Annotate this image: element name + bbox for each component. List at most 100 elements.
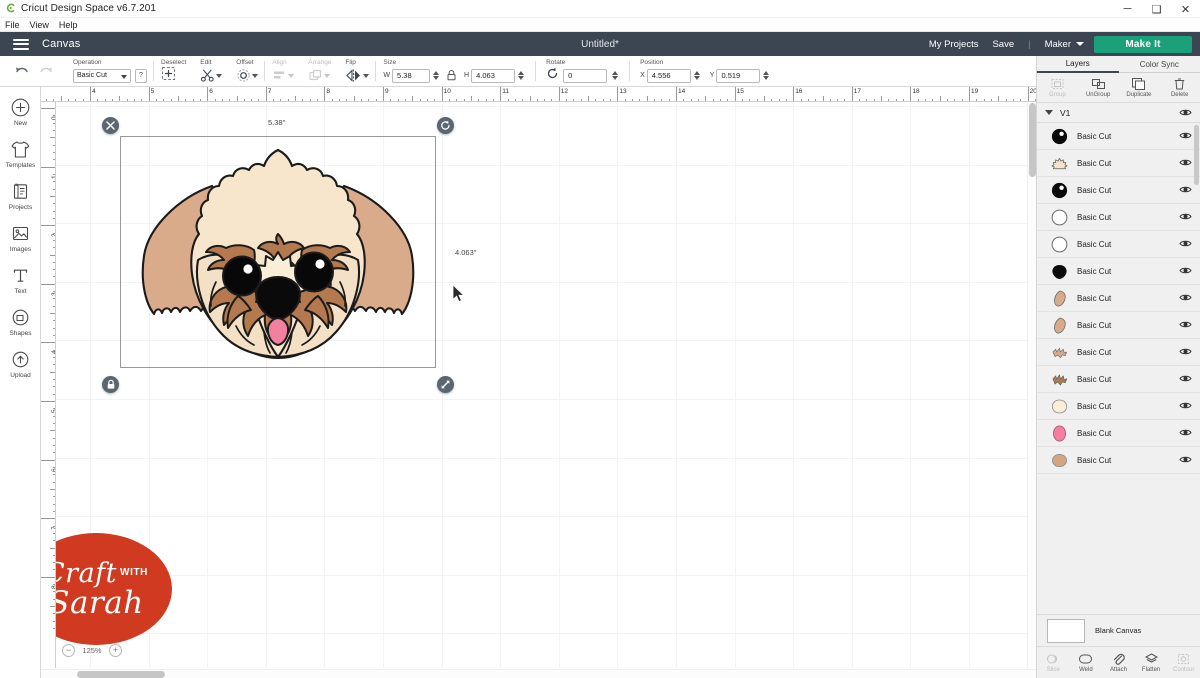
eye-icon[interactable] xyxy=(1179,127,1192,145)
close-button[interactable]: ✕ xyxy=(1171,0,1200,18)
chevron-down-icon[interactable] xyxy=(1045,110,1053,115)
rotate-stepper[interactable] xyxy=(612,71,618,80)
maximize-button[interactable]: ❑ xyxy=(1142,0,1171,18)
eye-icon[interactable] xyxy=(1179,397,1192,415)
y-stepper[interactable] xyxy=(763,71,769,80)
weld-button[interactable]: Weld xyxy=(1070,647,1103,678)
lock-selection-handle[interactable] xyxy=(102,376,119,393)
resize-selection-handle[interactable] xyxy=(437,376,454,393)
layer-row[interactable]: Basic Cut xyxy=(1037,204,1200,231)
layer-row[interactable]: Basic Cut xyxy=(1037,312,1200,339)
canvas-vertical-scrollbar[interactable] xyxy=(1027,102,1036,668)
y-field[interactable]: Y 0.519 xyxy=(710,69,770,83)
zoom-out-button[interactable]: − xyxy=(62,644,75,657)
rotate-selection-handle[interactable] xyxy=(437,117,454,134)
width-stepper[interactable] xyxy=(433,71,439,80)
menu-item-file[interactable]: File xyxy=(5,20,26,30)
eye-icon[interactable] xyxy=(1179,104,1192,122)
sidebar-item-shapes[interactable]: Shapes xyxy=(0,301,41,343)
sidebar-item-text[interactable]: Text xyxy=(0,259,41,301)
operation-help-button[interactable]: ? xyxy=(135,69,147,83)
sidebar-item-new[interactable]: New xyxy=(0,91,41,133)
x-input[interactable]: 4.556 xyxy=(647,69,691,83)
blank-canvas-row[interactable]: Blank Canvas xyxy=(1037,614,1200,646)
sidebar-item-upload[interactable]: Upload xyxy=(0,343,41,385)
layer-row[interactable]: Basic Cut xyxy=(1037,285,1200,312)
height-field[interactable]: H 4.063 xyxy=(464,69,524,83)
eye-icon[interactable] xyxy=(1179,154,1192,172)
undo-arrow-icon[interactable] xyxy=(14,65,29,78)
blank-canvas-swatch[interactable] xyxy=(1047,619,1085,643)
eye-icon[interactable] xyxy=(1179,262,1192,280)
width-input[interactable]: 5.38 xyxy=(392,69,430,83)
make-it-button[interactable]: Make It xyxy=(1094,36,1192,53)
width-field[interactable]: W 5.38 xyxy=(383,69,439,83)
chevron-down-icon[interactable] xyxy=(363,74,369,78)
layer-row[interactable]: Basic Cut xyxy=(1037,339,1200,366)
y-input[interactable]: 0.519 xyxy=(716,69,760,83)
flatten-button[interactable]: Flatten xyxy=(1135,647,1168,678)
tab-color-sync[interactable]: Color Sync xyxy=(1119,56,1200,73)
operation-select[interactable]: Basic Cut xyxy=(73,69,131,83)
chevron-down-icon[interactable] xyxy=(216,74,222,78)
eye-icon[interactable] xyxy=(1179,235,1192,253)
eye-icon[interactable] xyxy=(1179,424,1192,442)
offset-icon[interactable] xyxy=(236,68,251,83)
layer-row[interactable]: Basic Cut xyxy=(1037,393,1200,420)
zoom-in-button[interactable]: + xyxy=(109,644,122,657)
layers-list[interactable]: Basic CutBasic CutBasic CutBasic CutBasi… xyxy=(1037,123,1200,614)
delete-selection-handle[interactable] xyxy=(102,117,119,134)
eye-icon[interactable] xyxy=(1179,208,1192,226)
eye-icon[interactable] xyxy=(1179,343,1192,361)
vertical-ruler[interactable]: 012345678 xyxy=(41,102,56,668)
layer-row[interactable]: Basic Cut xyxy=(1037,123,1200,150)
attach-button[interactable]: Attach xyxy=(1102,647,1135,678)
dog-face-illustration[interactable] xyxy=(120,136,436,368)
layer-row[interactable]: Basic Cut xyxy=(1037,366,1200,393)
sidebar-item-images[interactable]: Images xyxy=(0,217,41,259)
layers-scrollbar-thumb[interactable] xyxy=(1194,125,1199,185)
eye-icon[interactable] xyxy=(1179,370,1192,388)
machine-selector[interactable]: Maker xyxy=(1045,39,1084,50)
eye-icon[interactable] xyxy=(1179,181,1192,199)
tab-layers[interactable]: Layers xyxy=(1037,56,1119,73)
menu-item-help[interactable]: Help xyxy=(59,20,84,30)
layer-row[interactable]: Basic Cut xyxy=(1037,177,1200,204)
deselect-icon[interactable] xyxy=(161,66,176,86)
ungroup-button[interactable]: UnGroup xyxy=(1078,73,1119,102)
scrollbar-thumb[interactable] xyxy=(77,671,165,678)
lock-aspect-ratio-icon[interactable] xyxy=(446,69,457,82)
sidebar-item-templates[interactable]: Templates xyxy=(0,133,41,175)
edit-scissors-icon[interactable] xyxy=(200,68,215,83)
x-field[interactable]: X 4.556 xyxy=(640,69,700,83)
save-button[interactable]: Save xyxy=(992,39,1014,50)
layer-row[interactable]: Basic Cut xyxy=(1037,231,1200,258)
eye-icon[interactable] xyxy=(1179,289,1192,307)
eye-icon[interactable] xyxy=(1179,316,1192,334)
minimize-button[interactable]: ─ xyxy=(1113,0,1142,18)
eye-black-thumb xyxy=(1051,182,1068,199)
chevron-down-icon[interactable] xyxy=(252,74,258,78)
rotate-input[interactable]: 0 xyxy=(563,69,607,83)
duplicate-button[interactable]: Duplicate xyxy=(1119,73,1160,102)
x-stepper[interactable] xyxy=(694,71,700,80)
scrollbar-thumb[interactable] xyxy=(1029,103,1036,177)
flip-icon[interactable] xyxy=(345,68,362,83)
zoom-control[interactable]: − 125% + xyxy=(62,644,122,657)
menu-item-view[interactable]: View xyxy=(30,20,55,30)
layer-row[interactable]: Basic Cut xyxy=(1037,420,1200,447)
layer-group-v1[interactable]: V1 xyxy=(1037,103,1200,123)
horizontal-ruler[interactable]: 4567891011121314151617181920 xyxy=(41,87,1036,102)
layer-row[interactable]: Basic Cut xyxy=(1037,258,1200,285)
eye-icon[interactable] xyxy=(1179,451,1192,469)
height-input[interactable]: 4.063 xyxy=(471,69,515,83)
layer-row[interactable]: Basic Cut xyxy=(1037,150,1200,177)
delete-button[interactable]: Delete xyxy=(1159,73,1200,102)
layer-row[interactable]: Basic Cut xyxy=(1037,447,1200,474)
hamburger-icon[interactable] xyxy=(13,39,29,50)
canvas-horizontal-scrollbar[interactable] xyxy=(41,669,1036,678)
height-stepper[interactable] xyxy=(518,71,524,80)
sidebar-item-projects[interactable]: Projects xyxy=(0,175,41,217)
my-projects-link[interactable]: My Projects xyxy=(929,39,979,50)
design-canvas[interactable]: CraftWITH Sarah xyxy=(56,102,1036,668)
